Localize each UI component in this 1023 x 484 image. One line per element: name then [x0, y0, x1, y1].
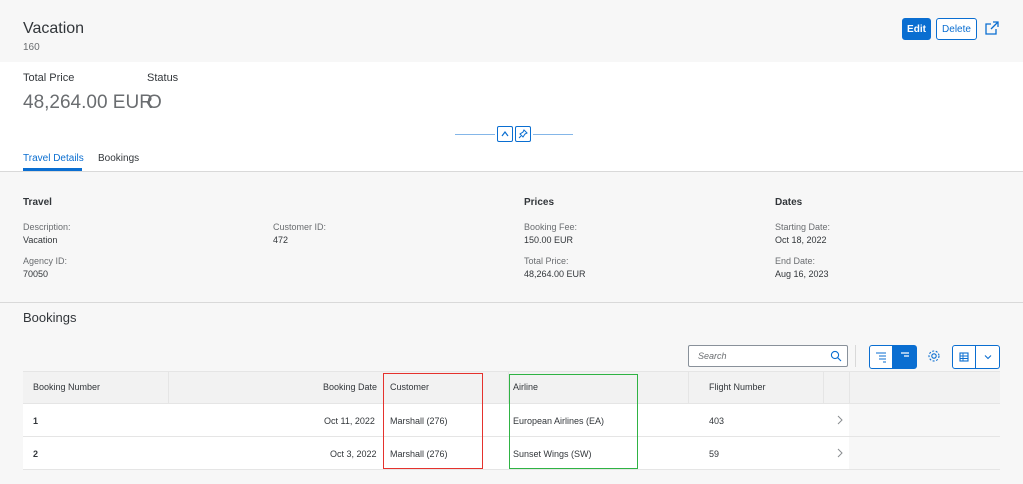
description-value: Vacation — [23, 235, 58, 245]
chevron-up-icon — [501, 131, 509, 137]
search-field[interactable]: Search — [688, 345, 848, 367]
customer-id-label: Customer ID: — [273, 222, 327, 232]
show-details-toggle[interactable] — [869, 345, 893, 369]
booking-date-cell: Oct 11, 2022 — [324, 416, 375, 426]
gear-icon[interactable] — [927, 349, 941, 363]
row-filler — [849, 437, 1000, 469]
export-button[interactable] — [952, 345, 976, 369]
airline-column-highlight — [509, 374, 638, 469]
delete-button[interactable]: Delete — [936, 18, 977, 40]
total-price-field-value: 48,264.00 EUR — [524, 269, 586, 279]
hide-details-toggle[interactable] — [893, 345, 917, 369]
booking-fee-label: Booking Fee: — [524, 222, 578, 232]
customer-column-highlight — [383, 373, 483, 469]
page-subtitle: 160 — [23, 42, 40, 53]
booking-date-cell: Oct 3, 2022 — [330, 449, 377, 459]
bookings-section-title: Bookings — [23, 310, 77, 325]
status-value: O — [147, 92, 162, 113]
prices-section-title: Prices — [524, 197, 555, 208]
toolbar-separator — [855, 345, 856, 367]
row-filler — [849, 404, 1000, 436]
header-content: Total Price 48,264.00 EUR Status O — [0, 62, 1023, 172]
chevron-down-icon — [984, 355, 991, 360]
column-separator — [688, 372, 689, 405]
travel-details-section: Travel Description: Vacation Agency ID: … — [0, 172, 1023, 302]
booking-fee-value: 150.00 EUR — [524, 235, 574, 245]
search-placeholder[interactable]: Search — [698, 351, 727, 361]
flight-number-cell: 59 — [709, 449, 720, 459]
starting-date-label: Starting Date: — [775, 222, 831, 232]
total-price-field-label: Total Price: — [524, 256, 569, 266]
collapse-header-button[interactable] — [497, 126, 513, 142]
total-price-label: Total Price — [23, 72, 75, 84]
column-separator — [168, 372, 169, 405]
column-separator — [823, 372, 824, 405]
col-booking-date[interactable]: Booking Date — [323, 382, 377, 392]
collapse-line-left — [455, 134, 495, 135]
end-date-value: Aug 16, 2023 — [775, 269, 829, 279]
page-title: Vacation — [23, 20, 85, 37]
list-details-icon — [876, 352, 886, 363]
booking-number-cell: 1 — [33, 416, 39, 426]
collapse-line-right — [533, 134, 573, 135]
share-icon[interactable] — [984, 20, 1000, 36]
tab-travel-details[interactable]: Travel Details — [23, 153, 84, 164]
search-icon[interactable] — [830, 350, 842, 362]
customer-id-value: 472 — [273, 235, 289, 245]
end-date-label: End Date: — [775, 256, 816, 266]
total-price-value: 48,264.00 EUR — [23, 92, 153, 113]
section-divider — [0, 302, 1023, 303]
description-label: Description: — [23, 222, 71, 232]
column-separator — [849, 372, 850, 405]
pin-header-button[interactable] — [515, 126, 531, 142]
agency-id-value: 70050 — [23, 269, 49, 279]
pin-icon — [518, 129, 528, 139]
spreadsheet-icon — [959, 352, 969, 362]
travel-section-title: Travel — [23, 197, 52, 208]
chevron-right-icon[interactable] — [836, 448, 844, 458]
starting-date-value: Oct 18, 2022 — [775, 235, 827, 245]
list-compact-icon — [901, 352, 909, 357]
col-flight-number[interactable]: Flight Number — [709, 382, 766, 392]
edit-button[interactable]: Edit — [902, 18, 931, 40]
tab-bookings[interactable]: Bookings — [98, 153, 139, 164]
flight-number-cell: 403 — [709, 416, 725, 426]
dates-section-title: Dates — [775, 197, 803, 208]
object-page-header: Vacation 160 Edit Delete — [0, 0, 1023, 62]
agency-id-label: Agency ID: — [23, 256, 68, 266]
col-booking-number[interactable]: Booking Number — [33, 382, 100, 392]
status-label: Status — [147, 72, 179, 84]
chevron-right-icon[interactable] — [836, 415, 844, 425]
booking-number-cell: 2 — [33, 449, 39, 459]
export-menu-arrow[interactable] — [976, 345, 1000, 369]
